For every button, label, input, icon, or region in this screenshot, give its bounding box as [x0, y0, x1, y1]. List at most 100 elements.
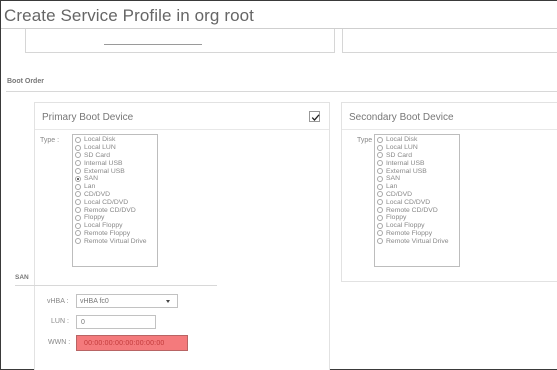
secondary-panel-header: Secondary Boot Device — [342, 103, 557, 130]
secondary-type-option[interactable]: CD/DVD — [377, 191, 459, 199]
secondary-type-option[interactable]: Remote Floppy — [377, 230, 459, 238]
secondary-type-option-label: Lan — [386, 183, 398, 191]
primary-type-option-label: Lan — [84, 183, 96, 191]
primary-type-option[interactable]: Floppy — [75, 214, 157, 222]
secondary-type-option-label: Remote CD/DVD — [386, 206, 438, 214]
primary-type-option[interactable]: Lan — [75, 183, 157, 191]
secondary-type-option[interactable]: Lan — [377, 183, 459, 191]
primary-type-radio-list: Local Disk Local LUN SD Card Internal USB Ex… — [72, 134, 158, 267]
radio-button-icon[interactable] — [75, 191, 81, 198]
radio-button-icon[interactable] — [75, 222, 81, 229]
secondary-type-option[interactable]: Local Disk — [377, 136, 459, 144]
checkmark-icon — [311, 114, 320, 121]
secondary-boot-device-title: Secondary Boot Device — [349, 112, 454, 123]
primary-type-option[interactable]: SD Card — [75, 152, 157, 160]
secondary-type-option[interactable]: Remote CD/DVD — [377, 206, 459, 214]
radio-button-icon[interactable] — [377, 152, 383, 159]
previous-panel-right — [342, 29, 557, 53]
secondary-type-option[interactable]: Local CD/DVD — [377, 198, 459, 206]
primary-type-label: Type : — [40, 137, 60, 144]
secondary-type-option-label: Remote Virtual Drive — [386, 237, 449, 245]
primary-type-option[interactable]: Remote CD/DVD — [75, 206, 157, 214]
secondary-type-option[interactable]: SD Card — [377, 152, 459, 160]
previous-panel-field-line — [104, 44, 202, 45]
primary-type-option-label: Remote Virtual Drive — [84, 237, 147, 245]
radio-button-icon[interactable] — [75, 136, 81, 143]
primary-panel-header: Primary Boot Device — [35, 103, 329, 130]
primary-type-option-label: CD/DVD — [84, 190, 111, 198]
vhba-select[interactable]: vHBA fc0 — [76, 294, 178, 308]
lun-label: LUN : — [51, 318, 69, 325]
primary-type-option-label: SD Card — [84, 151, 111, 159]
primary-type-option[interactable]: CD/DVD — [75, 191, 157, 199]
primary-type-option-label: Remote Floppy — [84, 229, 131, 237]
radio-button-icon[interactable] — [75, 214, 81, 221]
radio-button-icon[interactable] — [75, 152, 81, 159]
radio-button-icon[interactable] — [75, 230, 81, 237]
primary-enable-checkbox[interactable] — [309, 111, 320, 122]
san-divider — [15, 285, 217, 286]
radio-button-icon[interactable] — [377, 168, 383, 175]
san-heading: SAN — [15, 274, 29, 281]
radio-button-icon[interactable] — [377, 175, 383, 182]
secondary-type-option[interactable]: Local Floppy — [377, 222, 459, 230]
vhba-label: vHBA : — [47, 298, 69, 305]
lun-input[interactable]: 0 — [76, 315, 156, 329]
primary-type-option-label: Local Disk — [84, 136, 116, 144]
primary-type-option[interactable]: Local LUN — [75, 144, 157, 152]
primary-type-option[interactable]: Local Disk — [75, 136, 157, 144]
primary-type-option-label: Internal USB — [84, 159, 123, 167]
secondary-type-option-label: Local LUN — [386, 144, 418, 152]
radio-button-icon[interactable] — [75, 175, 81, 182]
secondary-type-radio-list: Local Disk Local LUN SD Card Internal USB Ex… — [374, 134, 460, 267]
boot-order-heading: Boot Order — [7, 78, 44, 85]
primary-type-option[interactable]: Remote Floppy — [75, 230, 157, 238]
primary-type-option[interactable]: Remote Virtual Drive — [75, 237, 157, 245]
radio-button-icon[interactable] — [377, 238, 383, 245]
radio-button-icon[interactable] — [377, 199, 383, 206]
secondary-type-option-label: CD/DVD — [386, 190, 413, 198]
dialog-title: Create Service Profile in org root — [4, 6, 255, 25]
radio-button-icon[interactable] — [75, 207, 81, 214]
primary-type-option-label: Local LUN — [84, 144, 116, 152]
primary-type-option[interactable]: Local Floppy — [75, 222, 157, 230]
primary-type-option[interactable]: SAN — [75, 175, 157, 183]
radio-button-icon[interactable] — [75, 168, 81, 175]
primary-type-option[interactable]: External USB — [75, 167, 157, 175]
radio-button-icon[interactable] — [75, 144, 81, 151]
radio-button-icon[interactable] — [377, 144, 383, 151]
radio-button-icon[interactable] — [377, 191, 383, 198]
primary-type-option-label: Floppy — [84, 214, 105, 222]
lun-input-value: 0 — [81, 319, 85, 326]
secondary-type-option[interactable]: Local LUN — [377, 144, 459, 152]
radio-button-icon[interactable] — [377, 207, 383, 214]
radio-button-icon[interactable] — [377, 214, 383, 221]
radio-button-icon[interactable] — [377, 136, 383, 143]
secondary-type-option[interactable]: External USB — [377, 167, 459, 175]
secondary-type-option[interactable]: SAN — [377, 175, 459, 183]
radio-button-icon[interactable] — [377, 222, 383, 229]
secondary-type-option-label: Local CD/DVD — [386, 198, 431, 206]
secondary-type-option[interactable]: Remote Virtual Drive — [377, 237, 459, 245]
previous-panel-left — [25, 29, 335, 53]
secondary-type-option-label: Floppy — [386, 214, 407, 222]
secondary-type-option-label: SD Card — [386, 151, 413, 159]
radio-button-icon[interactable] — [75, 238, 81, 245]
primary-type-option[interactable]: Local CD/DVD — [75, 198, 157, 206]
primary-type-option-label: External USB — [84, 167, 125, 175]
radio-button-icon[interactable] — [75, 199, 81, 206]
secondary-type-option[interactable]: Internal USB — [377, 159, 459, 167]
secondary-type-option-label: Internal USB — [386, 159, 425, 167]
radio-button-icon[interactable] — [377, 160, 383, 167]
wwn-input[interactable]: 00:00:00:00:00:00:00:00 — [76, 335, 188, 351]
primary-type-option-label: Local Floppy — [84, 222, 123, 230]
radio-button-icon[interactable] — [75, 183, 81, 190]
dialog-window: Create Service Profile in org root Boot … — [0, 0, 557, 370]
radio-button-icon[interactable] — [377, 230, 383, 237]
secondary-type-option[interactable]: Floppy — [377, 214, 459, 222]
radio-button-icon[interactable] — [377, 183, 383, 190]
secondary-type-option-label: External USB — [386, 167, 427, 175]
primary-type-option[interactable]: Internal USB — [75, 159, 157, 167]
secondary-type-option-label: Remote Floppy — [386, 229, 433, 237]
radio-button-icon[interactable] — [75, 160, 81, 167]
